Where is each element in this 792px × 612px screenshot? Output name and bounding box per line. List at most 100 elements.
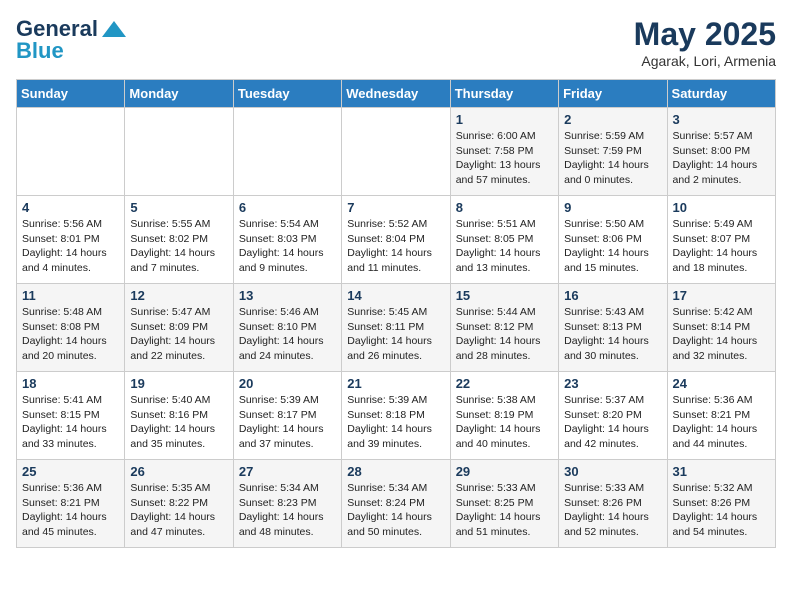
day-info: Daylight: 14 hours (22, 510, 119, 525)
day-info: Sunset: 8:23 PM (239, 496, 336, 511)
day-info: Sunrise: 5:47 AM (130, 305, 227, 320)
day-info: Daylight: 14 hours (130, 422, 227, 437)
calendar-cell: 18Sunrise: 5:41 AMSunset: 8:15 PMDayligh… (17, 372, 125, 460)
week-row-1: 1Sunrise: 6:00 AMSunset: 7:58 PMDaylight… (17, 108, 776, 196)
day-info: Sunrise: 5:34 AM (239, 481, 336, 496)
day-info: Daylight: 14 hours (347, 334, 444, 349)
day-number: 25 (22, 464, 119, 479)
day-info: Daylight: 13 hours (456, 158, 553, 173)
logo-icon (100, 19, 128, 39)
day-info: Sunset: 8:24 PM (347, 496, 444, 511)
day-info: and 48 minutes. (239, 525, 336, 540)
day-info: and 32 minutes. (673, 349, 770, 364)
day-info: and 11 minutes. (347, 261, 444, 276)
day-info: and 28 minutes. (456, 349, 553, 364)
day-info: and 18 minutes. (673, 261, 770, 276)
day-info: Sunset: 8:10 PM (239, 320, 336, 335)
day-info: Sunset: 8:13 PM (564, 320, 661, 335)
day-info: Sunrise: 5:51 AM (456, 217, 553, 232)
day-number: 2 (564, 112, 661, 127)
calendar-cell: 23Sunrise: 5:37 AMSunset: 8:20 PMDayligh… (559, 372, 667, 460)
day-info: Sunset: 8:26 PM (564, 496, 661, 511)
day-number: 11 (22, 288, 119, 303)
day-number: 1 (456, 112, 553, 127)
day-info: Sunset: 8:21 PM (22, 496, 119, 511)
calendar-cell (17, 108, 125, 196)
day-number: 23 (564, 376, 661, 391)
day-info: and 24 minutes. (239, 349, 336, 364)
day-info: and 7 minutes. (130, 261, 227, 276)
header-wednesday: Wednesday (342, 80, 450, 108)
day-info: Sunrise: 5:40 AM (130, 393, 227, 408)
day-info: and 39 minutes. (347, 437, 444, 452)
month-title: May 2025 (634, 16, 776, 53)
day-info: and 2 minutes. (673, 173, 770, 188)
calendar-cell: 5Sunrise: 5:55 AMSunset: 8:02 PMDaylight… (125, 196, 233, 284)
day-info: Sunrise: 5:36 AM (673, 393, 770, 408)
calendar-cell: 15Sunrise: 5:44 AMSunset: 8:12 PMDayligh… (450, 284, 558, 372)
calendar-cell: 31Sunrise: 5:32 AMSunset: 8:26 PMDayligh… (667, 460, 775, 548)
day-info: and 22 minutes. (130, 349, 227, 364)
day-info: Sunrise: 5:46 AM (239, 305, 336, 320)
day-number: 28 (347, 464, 444, 479)
day-info: Daylight: 14 hours (239, 334, 336, 349)
day-info: Sunrise: 5:35 AM (130, 481, 227, 496)
day-number: 22 (456, 376, 553, 391)
day-info: Sunrise: 5:45 AM (347, 305, 444, 320)
day-info: Sunset: 8:00 PM (673, 144, 770, 159)
day-info: and 30 minutes. (564, 349, 661, 364)
calendar-cell: 1Sunrise: 6:00 AMSunset: 7:58 PMDaylight… (450, 108, 558, 196)
calendar-cell: 9Sunrise: 5:50 AMSunset: 8:06 PMDaylight… (559, 196, 667, 284)
calendar-cell: 17Sunrise: 5:42 AMSunset: 8:14 PMDayligh… (667, 284, 775, 372)
logo: General Blue (16, 16, 130, 64)
day-info: Sunset: 8:21 PM (673, 408, 770, 423)
calendar-cell: 25Sunrise: 5:36 AMSunset: 8:21 PMDayligh… (17, 460, 125, 548)
day-info: Daylight: 14 hours (564, 510, 661, 525)
day-info: Sunset: 8:25 PM (456, 496, 553, 511)
calendar-cell: 29Sunrise: 5:33 AMSunset: 8:25 PMDayligh… (450, 460, 558, 548)
calendar-cell: 4Sunrise: 5:56 AMSunset: 8:01 PMDaylight… (17, 196, 125, 284)
day-info: Daylight: 14 hours (673, 334, 770, 349)
calendar-table: SundayMondayTuesdayWednesdayThursdayFrid… (16, 79, 776, 548)
day-number: 24 (673, 376, 770, 391)
location: Agarak, Lori, Armenia (634, 53, 776, 69)
calendar-cell: 21Sunrise: 5:39 AMSunset: 8:18 PMDayligh… (342, 372, 450, 460)
day-number: 5 (130, 200, 227, 215)
day-number: 12 (130, 288, 227, 303)
day-info: Sunrise: 5:38 AM (456, 393, 553, 408)
calendar-cell: 3Sunrise: 5:57 AMSunset: 8:00 PMDaylight… (667, 108, 775, 196)
header-thursday: Thursday (450, 80, 558, 108)
day-info: Daylight: 14 hours (456, 246, 553, 261)
day-info: Daylight: 14 hours (239, 510, 336, 525)
day-info: and 13 minutes. (456, 261, 553, 276)
day-info: Sunrise: 5:52 AM (347, 217, 444, 232)
day-number: 27 (239, 464, 336, 479)
day-info: Sunset: 8:09 PM (130, 320, 227, 335)
day-info: Sunrise: 5:49 AM (673, 217, 770, 232)
day-info: Sunset: 8:20 PM (564, 408, 661, 423)
calendar-cell: 12Sunrise: 5:47 AMSunset: 8:09 PMDayligh… (125, 284, 233, 372)
day-info: Sunrise: 5:39 AM (347, 393, 444, 408)
day-number: 8 (456, 200, 553, 215)
day-info: Sunrise: 5:54 AM (239, 217, 336, 232)
day-number: 3 (673, 112, 770, 127)
day-number: 18 (22, 376, 119, 391)
day-info: Daylight: 14 hours (673, 510, 770, 525)
header-monday: Monday (125, 80, 233, 108)
day-info: and 35 minutes. (130, 437, 227, 452)
day-info: Sunrise: 5:57 AM (673, 129, 770, 144)
calendar-cell: 28Sunrise: 5:34 AMSunset: 8:24 PMDayligh… (342, 460, 450, 548)
day-info: and 26 minutes. (347, 349, 444, 364)
day-info: Daylight: 14 hours (347, 422, 444, 437)
day-info: Daylight: 14 hours (456, 510, 553, 525)
day-number: 29 (456, 464, 553, 479)
day-number: 10 (673, 200, 770, 215)
day-info: Sunrise: 6:00 AM (456, 129, 553, 144)
day-info: and 47 minutes. (130, 525, 227, 540)
day-info: and 20 minutes. (22, 349, 119, 364)
calendar-cell (342, 108, 450, 196)
day-info: Daylight: 14 hours (456, 334, 553, 349)
day-info: Sunset: 8:14 PM (673, 320, 770, 335)
calendar-cell: 19Sunrise: 5:40 AMSunset: 8:16 PMDayligh… (125, 372, 233, 460)
day-number: 30 (564, 464, 661, 479)
